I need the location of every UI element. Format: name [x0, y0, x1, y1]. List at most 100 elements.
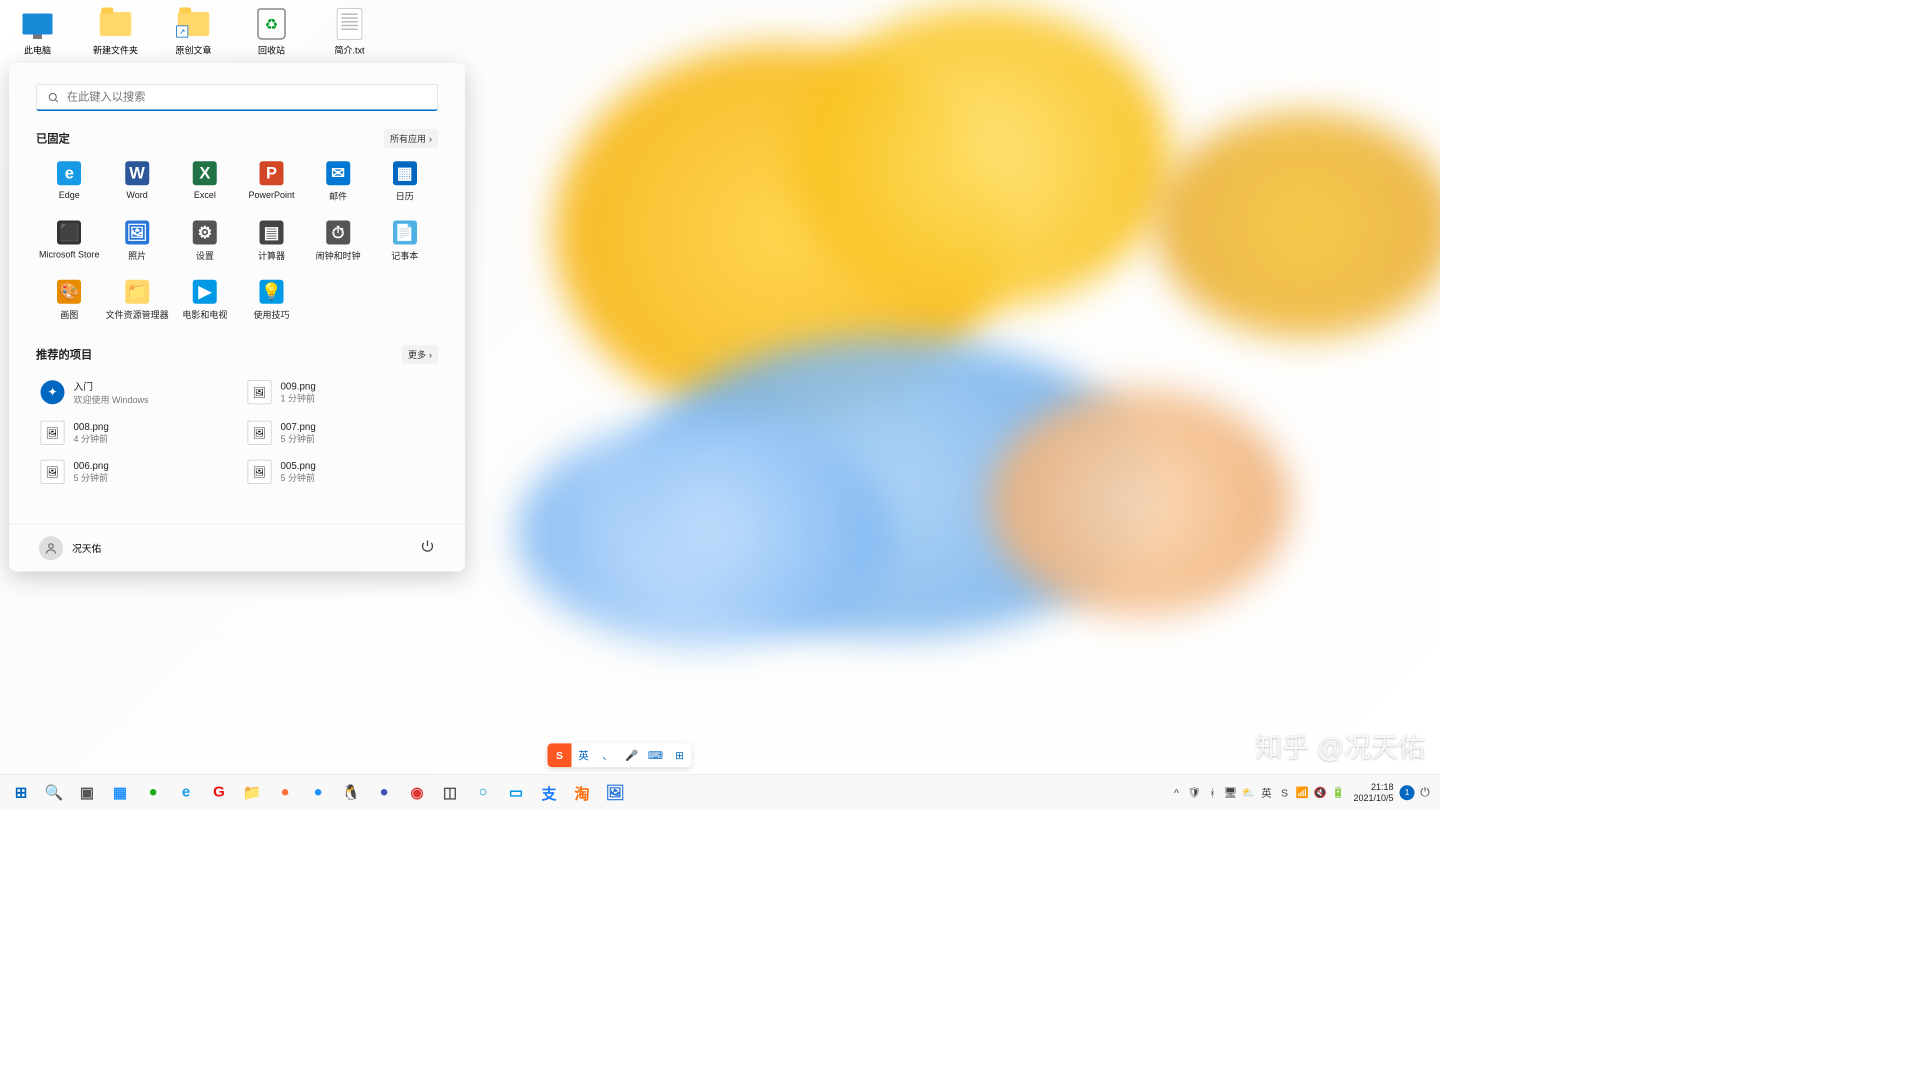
desktop-icon-this-pc[interactable]: 此电脑	[9, 6, 66, 56]
tray-icon-6[interactable]: S	[1275, 780, 1293, 804]
ime-item-3[interactable]: 🎤	[620, 743, 644, 767]
app-label: 照片	[128, 249, 146, 262]
rec-subtitle: 5 分钟前	[281, 432, 316, 445]
taskbar-clock[interactable]: 21:182021/10/5	[1349, 782, 1398, 804]
taskbar-app-app2[interactable]: ◫	[435, 777, 465, 807]
ime-item-0[interactable]: S	[548, 743, 572, 767]
recommended-item[interactable]: 🖼 008.png 4 分钟前	[36, 416, 231, 449]
taskbar-app-taskview[interactable]: ▣	[72, 777, 102, 807]
recommended-item[interactable]: 🖼 007.png 5 分钟前	[243, 416, 438, 449]
tray-icon-0[interactable]: ^	[1167, 780, 1185, 804]
taskbar-app-photos[interactable]: 🖼	[600, 777, 630, 807]
search-icon	[47, 91, 59, 103]
rec-title: 006.png	[74, 460, 109, 471]
start-search[interactable]	[36, 84, 438, 111]
taskbar-app-wechat[interactable]: ●	[138, 777, 168, 807]
power-button[interactable]	[420, 539, 435, 558]
tray-icon-4[interactable]: ⛅	[1239, 780, 1257, 804]
taskbar-app-garena[interactable]: G	[204, 777, 234, 807]
recommended-item[interactable]: 🖼 006.png 5 分钟前	[36, 455, 231, 488]
taskbar-app-firefox[interactable]: ●	[270, 777, 300, 807]
taskbar-app-taobao[interactable]: 淘	[567, 777, 597, 807]
desktop-icon-label: 回收站	[258, 44, 285, 57]
pinned-app-Edge[interactable]: e Edge	[36, 158, 103, 205]
tray-icon-1[interactable]: 🛡	[1185, 780, 1203, 804]
tray-icon-5[interactable]: 英	[1257, 780, 1275, 804]
taskbar-app-app1[interactable]: ●	[369, 777, 399, 807]
pinned-app-Microsoft Store[interactable]: ⬛ Microsoft Store	[36, 218, 103, 265]
tray-icon-8[interactable]: 🔇	[1311, 780, 1329, 804]
all-apps-button[interactable]: 所有应用›	[384, 129, 438, 148]
pinned-app-Excel[interactable]: X Excel	[172, 158, 239, 205]
more-button[interactable]: 更多›	[402, 345, 438, 364]
desktop-icon-recycle-bin[interactable]: ♻ 回收站	[243, 6, 300, 56]
app2-icon: ◫	[443, 783, 457, 802]
pinned-app-设置[interactable]: ⚙ 设置	[172, 218, 239, 265]
tray-icon-2[interactable]: ᚼ	[1203, 780, 1221, 804]
folder-shortcut-icon	[176, 6, 212, 42]
taskbar-app-widgets[interactable]: ▦	[105, 777, 135, 807]
pinned-app-画图[interactable]: 🎨 画图	[36, 277, 103, 324]
desktop-icon-intro-txt[interactable]: 简介.txt	[321, 6, 378, 56]
app-label: Word	[126, 190, 147, 201]
taskbar-app-cortana[interactable]: ○	[468, 777, 498, 807]
ime-item-2[interactable]: 、	[596, 743, 620, 767]
taskbar-app-thunder[interactable]: ●	[303, 777, 333, 807]
ime-item-1[interactable]: 英	[572, 743, 596, 767]
tray-icon-9[interactable]: 🔋	[1329, 780, 1347, 804]
app-icon: 💡	[260, 280, 284, 304]
tray-icon-7[interactable]: 📶	[1293, 780, 1311, 804]
taskbar-app-netease[interactable]: ◉	[402, 777, 432, 807]
user-name: 况天佑	[72, 541, 101, 555]
search-input[interactable]	[67, 91, 427, 104]
pinned-app-记事本[interactable]: 📄 记事本	[371, 218, 438, 265]
tray-icon-3[interactable]: 🖥	[1221, 780, 1239, 804]
recommended-header: 推荐的项目	[36, 347, 92, 363]
taskbar-app-start[interactable]: ⊞	[6, 777, 36, 807]
rec-title: 入门	[74, 379, 149, 393]
taskbar-app-explorer[interactable]: 📁	[237, 777, 267, 807]
taskbar-app-app3[interactable]: ▭	[501, 777, 531, 807]
ime-toolbar[interactable]: S英、🎤⌨⊞	[548, 743, 692, 767]
app-label: 电影和电视	[182, 308, 227, 321]
app-label: Excel	[194, 190, 216, 201]
pinned-app-使用技巧[interactable]: 💡 使用技巧	[238, 277, 305, 324]
pinned-app-文件资源管理器[interactable]: 📁 文件资源管理器	[103, 277, 172, 324]
user-account-button[interactable]: 况天佑	[39, 536, 101, 560]
pinned-app-邮件[interactable]: ✉ 邮件	[305, 158, 372, 205]
pinned-app-Word[interactable]: W Word	[103, 158, 172, 205]
cortana-icon: ○	[478, 784, 487, 801]
app-label: 画图	[60, 308, 78, 321]
recommended-item[interactable]: ✦ 入门 欢迎使用 Windows	[36, 374, 231, 410]
recycle-icon: ♻	[254, 6, 290, 42]
pinned-app-闹钟和时钟[interactable]: ⏱ 闹钟和时钟	[305, 218, 372, 265]
desktop-icon-new-folder[interactable]: 新建文件夹	[87, 6, 144, 56]
rec-title: 005.png	[281, 460, 316, 471]
pinned-app-日历[interactable]: ▦ 日历	[371, 158, 438, 205]
notification-badge[interactable]: 1	[1400, 785, 1415, 800]
pinned-app-照片[interactable]: 🖼 照片	[103, 218, 172, 265]
pinned-app-PowerPoint[interactable]: P PowerPoint	[238, 158, 305, 205]
image-file-icon: 🖼	[41, 421, 65, 445]
taskbar-app-alipay[interactable]: 支	[534, 777, 564, 807]
taskbar-app-edge[interactable]: e	[171, 777, 201, 807]
show-desktop[interactable]: ⏻	[1416, 780, 1434, 804]
app-icon: X	[193, 161, 217, 185]
ime-item-5[interactable]: ⊞	[668, 743, 692, 767]
desktop-icon-label: 原创文章	[175, 44, 211, 57]
app-label: Microsoft Store	[39, 249, 100, 260]
app-icon: ▤	[260, 221, 284, 245]
taskbar-app-search[interactable]: 🔍	[39, 777, 69, 807]
ime-item-4[interactable]: ⌨	[644, 743, 668, 767]
pinned-app-电影和电视[interactable]: ▶ 电影和电视	[172, 277, 239, 324]
desktop-icon-label: 此电脑	[24, 44, 51, 57]
taskbar-app-qq[interactable]: 🐧	[336, 777, 366, 807]
desktop-icon-original-articles[interactable]: 原创文章	[165, 6, 222, 56]
watermark: 知乎 @况天佑	[1255, 726, 1425, 765]
recommended-item[interactable]: 🖼 005.png 5 分钟前	[243, 455, 438, 488]
pinned-app-计算器[interactable]: ▤ 计算器	[238, 218, 305, 265]
app-icon: ⬛	[57, 221, 81, 245]
recommended-item[interactable]: 🖼 009.png 1 分钟前	[243, 374, 438, 410]
image-file-icon: 🖼	[248, 460, 272, 484]
app3-icon: ▭	[509, 783, 523, 802]
